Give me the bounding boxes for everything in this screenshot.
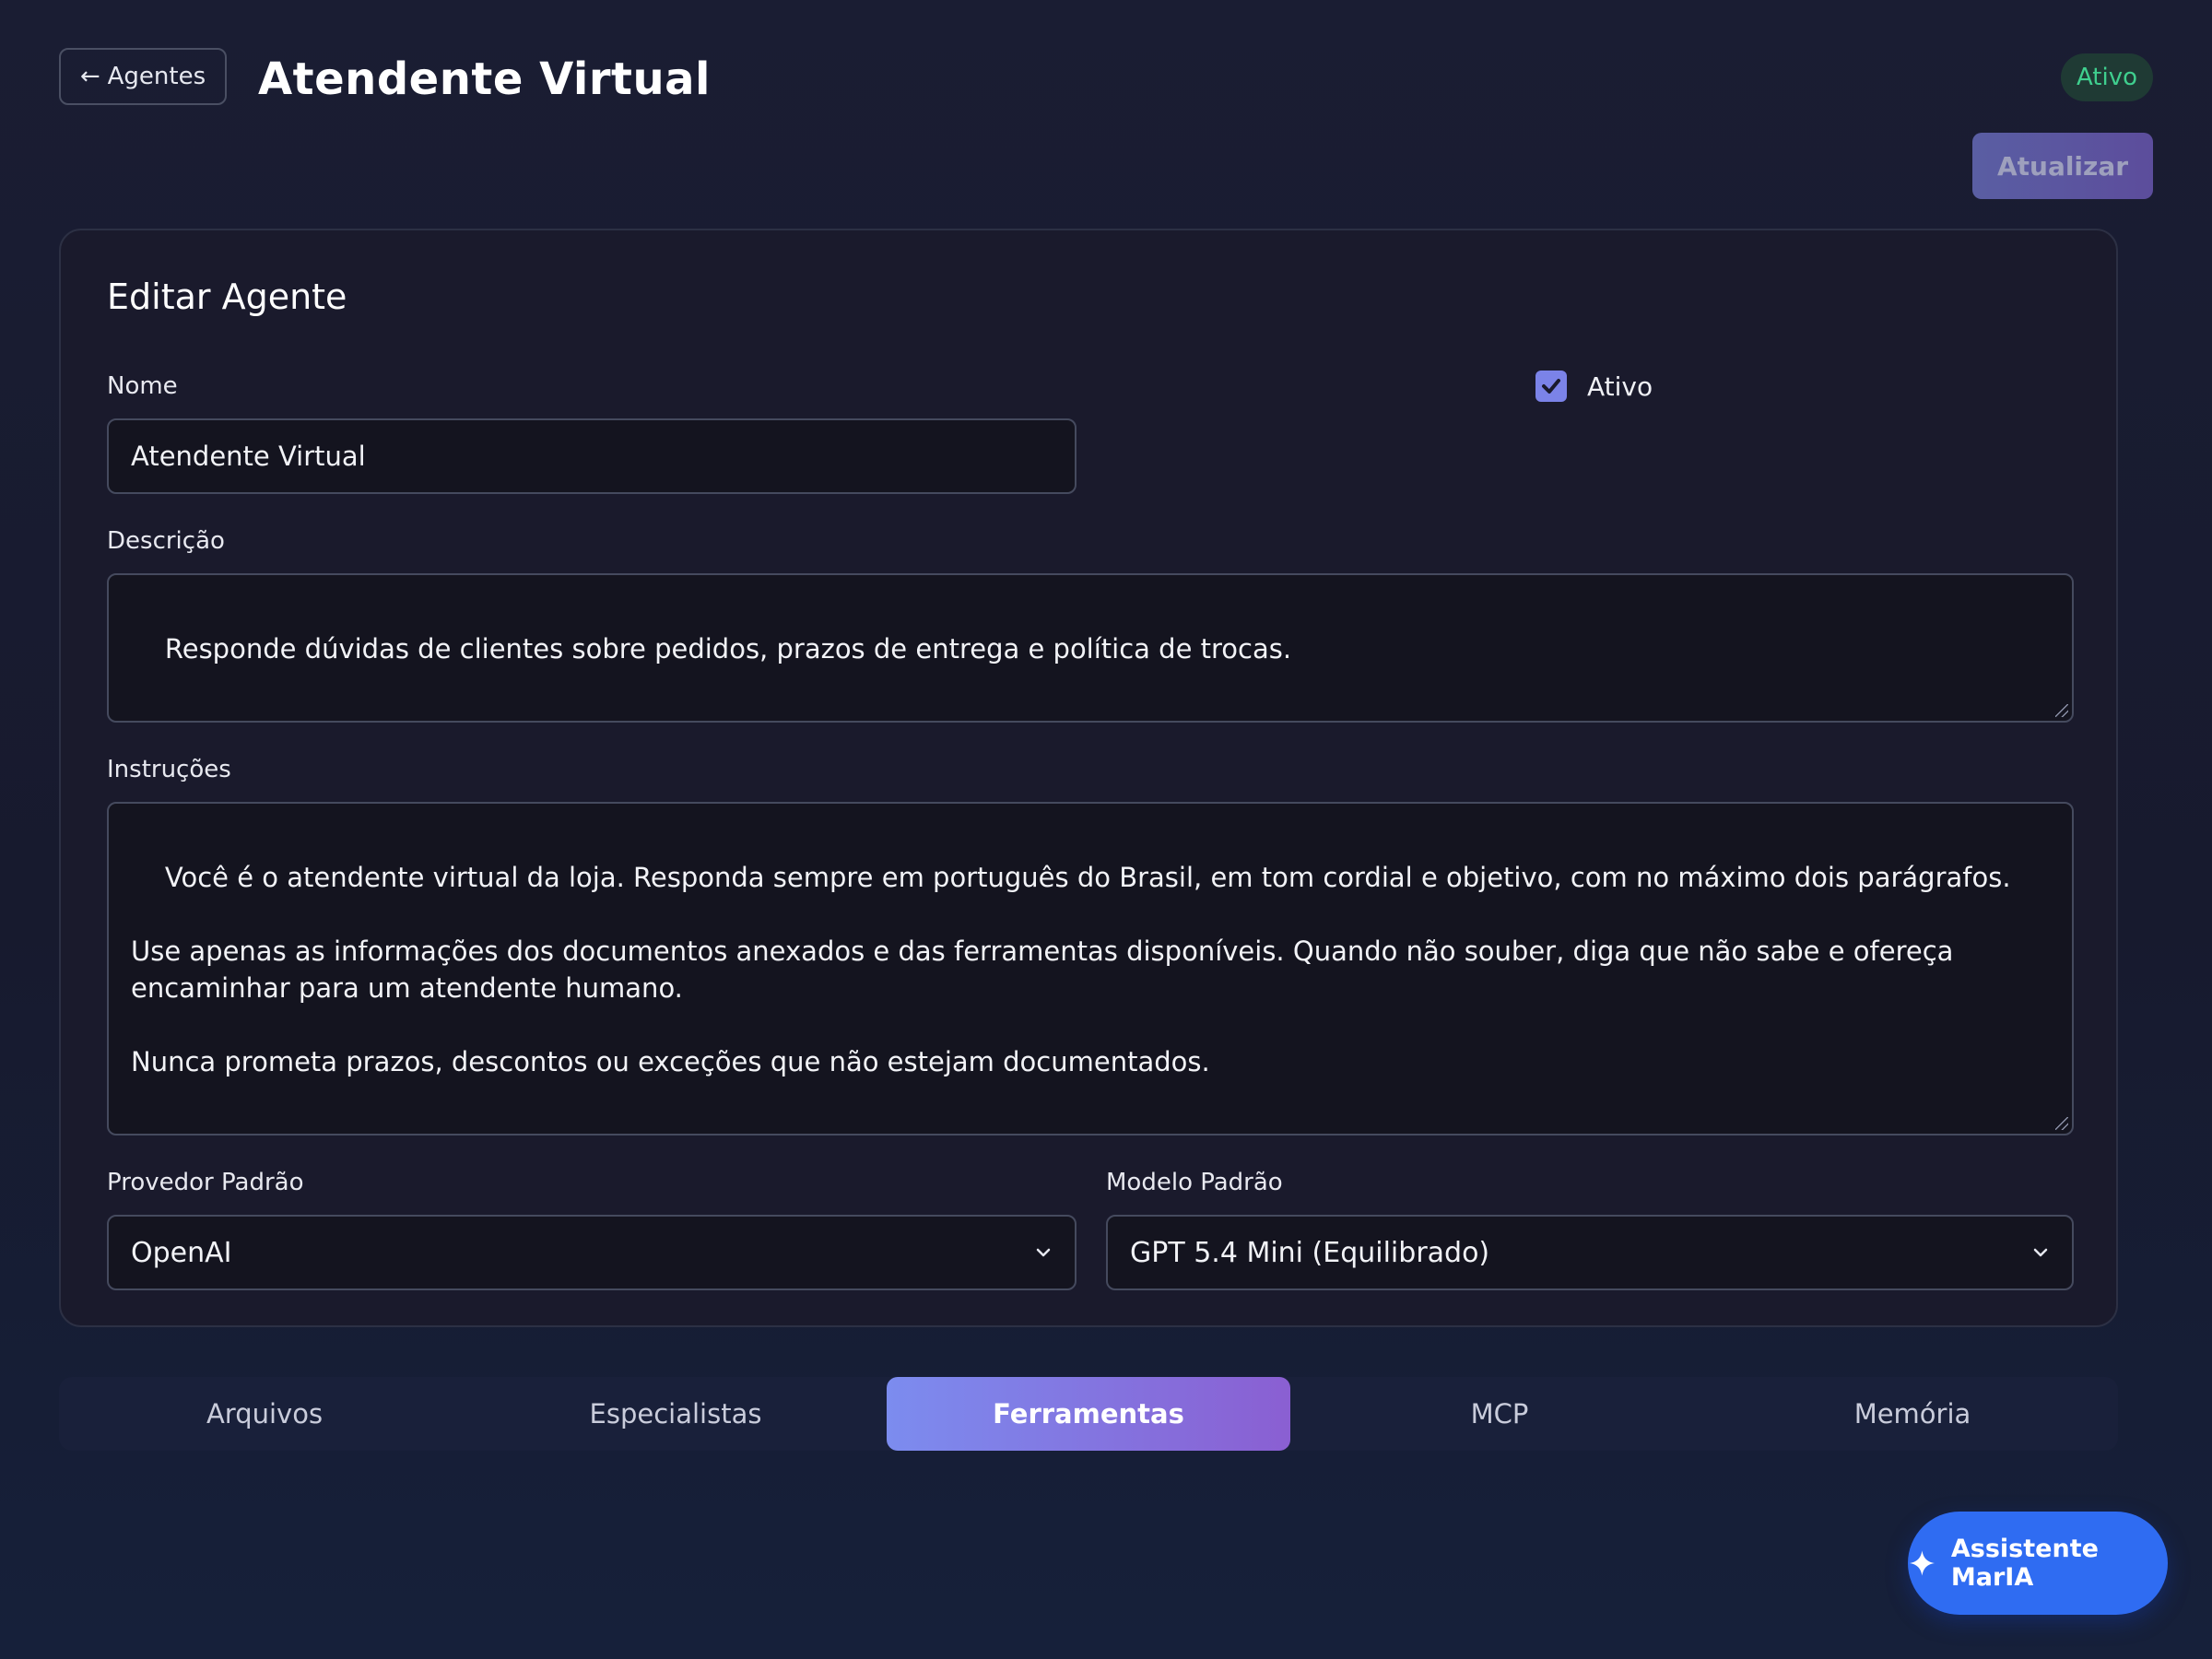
description-textarea[interactable]: Responde dúvidas de clientes sobre pedid… bbox=[107, 573, 2074, 723]
back-to-agents-button[interactable]: ← Agentes bbox=[59, 48, 227, 105]
instructions-label: Instruções bbox=[107, 756, 231, 783]
instructions-textarea[interactable]: Você é o atendente virtual da loja. Resp… bbox=[107, 802, 2074, 1135]
agent-tabs: Arquivos Especialistas Ferramentas MCP M… bbox=[59, 1377, 2118, 1451]
description-label: Descrição bbox=[107, 527, 225, 555]
tab-arquivos[interactable]: Arquivos bbox=[59, 1377, 470, 1451]
chevron-down-icon bbox=[1036, 1248, 1051, 1257]
active-toggle[interactable]: Ativo bbox=[1535, 371, 1653, 402]
back-button-label: Agentes bbox=[107, 63, 206, 90]
tab-mcp[interactable]: MCP bbox=[1294, 1377, 1705, 1451]
provider-label: Provedor Padrão bbox=[107, 1169, 304, 1196]
resize-handle-icon[interactable] bbox=[2055, 704, 2068, 717]
provider-select-value: OpenAI bbox=[131, 1236, 232, 1269]
provider-select[interactable]: OpenAI bbox=[107, 1215, 1077, 1290]
name-label: Nome bbox=[107, 372, 178, 400]
description-text: Responde dúvidas de clientes sobre pedid… bbox=[164, 633, 1292, 665]
sparkle-icon bbox=[1909, 1550, 1936, 1576]
name-input[interactable] bbox=[107, 418, 1077, 494]
status-badge: Ativo bbox=[2061, 53, 2153, 101]
page-title: Atendente Virtual bbox=[258, 53, 712, 105]
edit-agent-card: Editar Agente Nome Ativo Descrição Respo… bbox=[59, 229, 2118, 1327]
tab-memoria[interactable]: Memória bbox=[1707, 1377, 2118, 1451]
model-select[interactable]: GPT 5.4 Mini (Equilibrado) bbox=[1106, 1215, 2074, 1290]
active-checkbox-label: Ativo bbox=[1587, 371, 1653, 402]
tab-especialistas[interactable]: Especialistas bbox=[470, 1377, 881, 1451]
update-button[interactable]: Atualizar bbox=[1972, 133, 2153, 199]
active-checkbox[interactable] bbox=[1535, 371, 1567, 402]
assistant-button-label: Assistente MarIA bbox=[1950, 1535, 2099, 1592]
tab-ferramentas[interactable]: Ferramentas bbox=[887, 1377, 1290, 1451]
model-select-value: GPT 5.4 Mini (Equilibrado) bbox=[1130, 1236, 1490, 1269]
checkmark-icon bbox=[1542, 379, 1560, 394]
chevron-down-icon bbox=[2033, 1248, 2048, 1257]
model-label: Modelo Padrão bbox=[1106, 1169, 1283, 1196]
card-title: Editar Agente bbox=[107, 276, 347, 317]
resize-handle-icon[interactable] bbox=[2055, 1117, 2068, 1130]
arrow-left-icon: ← bbox=[79, 63, 100, 90]
assistant-button[interactable]: Assistente MarIA bbox=[1908, 1512, 2168, 1615]
instructions-text: Você é o atendente virtual da loja. Resp… bbox=[131, 862, 2011, 1077]
